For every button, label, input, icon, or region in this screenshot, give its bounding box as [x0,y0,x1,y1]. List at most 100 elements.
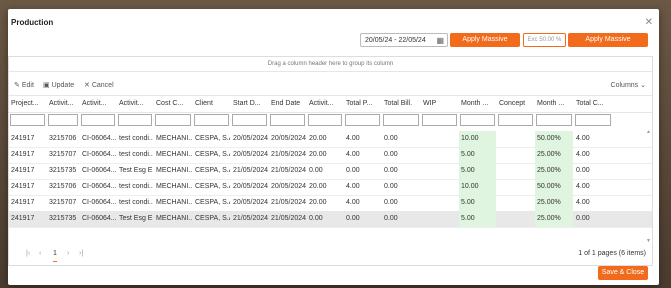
column-header[interactable]: Total P... [344,96,381,112]
table-cell[interactable]: 20.00 [307,179,343,195]
table-cell[interactable]: 25.00% [535,195,573,211]
table-cell[interactable] [421,211,458,227]
table-cell[interactable]: 50.00% [535,179,573,195]
column-filter-input[interactable] [155,114,191,126]
table-cell[interactable] [421,163,458,179]
first-page-button[interactable]: |‹ [26,247,30,261]
table-cell[interactable]: 50.00% [535,131,573,147]
table-cell[interactable]: 241917 [9,147,46,163]
column-filter-input[interactable] [345,114,380,126]
table-cell[interactable]: CI-06064... [80,147,116,163]
calendar-icon[interactable]: ▦ [436,34,444,48]
table-cell[interactable]: 4.00 [574,147,612,163]
table-cell[interactable]: test condi... [117,179,153,195]
table-cell[interactable]: 25.00% [535,163,573,179]
table-cell[interactable] [421,195,458,211]
column-filter-input[interactable] [536,114,572,126]
table-cell[interactable]: 4.00 [344,195,381,211]
column-header[interactable]: Concept [497,96,534,112]
column-filter-input[interactable] [118,114,152,126]
table-cell[interactable]: 20.00 [307,131,343,147]
column-header[interactable]: End Date [269,96,306,112]
table-cell[interactable]: test condi... [117,147,153,163]
table-cell[interactable]: 21/05/2024 [231,163,268,179]
table-cell[interactable]: 4.00 [574,195,612,211]
apply-massive-concept-button[interactable]: Apply Massive Concept [450,33,520,57]
last-page-button[interactable]: ›| [79,247,83,261]
table-cell[interactable]: 20/05/2024 [269,131,306,147]
table-row[interactable]: 241917 3215706 CI-06064... test condi... MEC… [9,179,652,196]
table-cell[interactable]: CESPA, S.A. [193,195,230,211]
table-cell[interactable]: CI-06064... [80,163,116,179]
table-cell[interactable]: 21/05/2024 [269,147,306,163]
table-cell[interactable]: 3215707 [47,147,79,163]
table-cell[interactable]: CI-06064... [80,131,116,147]
table-cell[interactable]: MECHANI... [154,131,192,147]
table-cell[interactable]: 0.00 [382,147,420,163]
table-cell[interactable]: 4.00 [344,131,381,147]
table-cell[interactable]: 20/05/2024 [231,179,268,195]
column-header[interactable]: Total Bill. [382,96,420,112]
exc-percent-input[interactable]: Exc 50.00 % [523,33,566,47]
prev-page-button[interactable]: ‹ [39,247,41,261]
column-filter-input[interactable] [422,114,457,126]
table-cell[interactable]: 241917 [9,163,46,179]
column-filter-input[interactable] [194,114,229,126]
table-cell[interactable]: 25.00% [535,211,573,227]
update-button[interactable]: ▣ Update [43,79,74,93]
table-cell[interactable]: 0.00 [382,211,420,227]
table-cell[interactable]: MECHANI... [154,195,192,211]
table-cell[interactable] [497,131,534,147]
column-filter-input[interactable] [81,114,115,126]
table-cell[interactable]: 241917 [9,131,46,147]
table-cell[interactable]: 4.00 [574,179,612,195]
table-cell[interactable]: CESPA, S.A. [193,179,230,195]
table-cell[interactable] [497,195,534,211]
table-cell[interactable]: 3215735 [47,211,79,227]
table-cell[interactable]: 21/05/2024 [269,195,306,211]
table-cell[interactable]: 0.00 [307,211,343,227]
table-cell[interactable]: 20/05/2024 [231,147,268,163]
column-header[interactable]: Activit... [307,96,343,112]
column-filter-input[interactable] [10,114,45,126]
table-cell[interactable] [497,179,534,195]
column-header[interactable]: Start D... [231,96,268,112]
column-header[interactable]: Activit... [47,96,79,112]
table-cell[interactable]: 3215735 [47,163,79,179]
table-cell[interactable]: 20.00 [307,147,343,163]
table-cell[interactable]: CESPA, S.A. [193,211,230,227]
table-cell[interactable]: 0.00 [574,163,612,179]
next-page-button[interactable]: › [67,247,69,261]
table-cell[interactable]: test condi... [117,195,153,211]
table-cell[interactable]: 4.00 [574,131,612,147]
table-cell[interactable]: 10.00 [459,179,496,195]
save-close-button[interactable]: Save & Close [598,266,648,280]
column-header[interactable]: Activit... [117,96,153,112]
vertical-scrollbar[interactable]: ▲ ▼ [646,129,652,244]
table-cell[interactable]: MECHANI... [154,147,192,163]
column-header[interactable]: Activit... [80,96,116,112]
table-cell[interactable]: 4.00 [344,147,381,163]
table-cell[interactable]: 0.00 [382,179,420,195]
table-cell[interactable] [497,147,534,163]
table-row[interactable]: 241917 3215707 CI-06064... test condi... MEC… [9,195,652,212]
table-cell[interactable]: 0.00 [344,211,381,227]
table-cell[interactable]: CESPA, S.A. [193,163,230,179]
column-filter-input[interactable] [308,114,342,126]
close-icon[interactable]: ✕ [645,17,653,28]
edit-button[interactable]: ✎ Edit [14,79,34,93]
column-header[interactable]: Month ... [535,96,573,112]
table-cell[interactable]: MECHANI... [154,179,192,195]
table-cell[interactable]: 3215706 [47,179,79,195]
table-row[interactable]: 241917 3215707 CI-06064... test condi... MEC… [9,147,652,164]
table-cell[interactable]: 5.00 [459,195,496,211]
table-row[interactable]: 2419173215735CI-06064...Test Esg E...MEC… [9,211,652,228]
table-cell[interactable] [497,211,534,227]
column-filter-input[interactable] [48,114,78,126]
table-cell[interactable]: 0.00 [307,163,343,179]
cancel-button[interactable]: ✕ Cancel [84,79,114,93]
column-filter-input[interactable] [460,114,495,126]
column-header[interactable]: Month ... [459,96,496,112]
table-cell[interactable]: 241917 [9,179,46,195]
table-cell[interactable]: 10.00 [459,131,496,147]
